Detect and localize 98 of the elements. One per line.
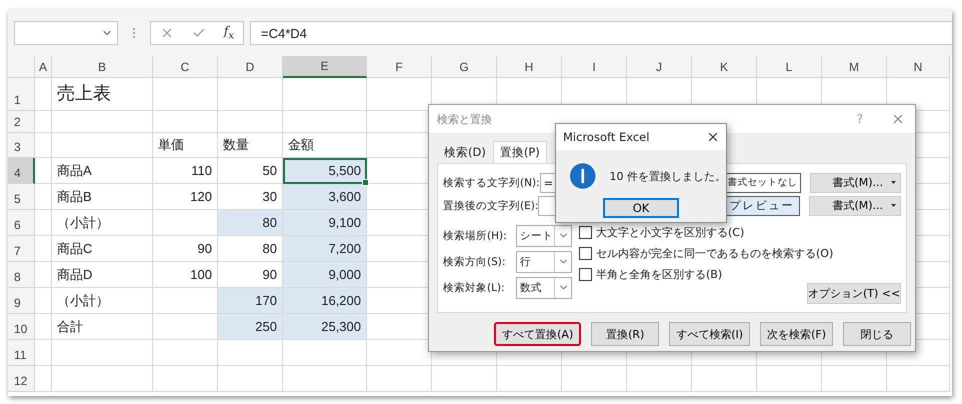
row-header[interactable]: 11 (8, 340, 35, 366)
row-header[interactable]: 7 (8, 236, 35, 262)
checkbox[interactable] (579, 268, 592, 280)
table-cell: 商品A (52, 158, 153, 184)
column-header[interactable]: K (692, 56, 757, 78)
row-header[interactable]: 4 (8, 158, 35, 184)
row-header[interactable]: 2 (8, 111, 35, 133)
table-cell: 25,300 (283, 314, 367, 340)
row-header[interactable]: 3 (8, 133, 35, 158)
dialog-button[interactable]: すべて検索(I) (669, 322, 750, 346)
field-label: 検索対象(L): (443, 280, 506, 294)
table-cell: 数量 (218, 133, 283, 158)
table-cell: 3,600 (283, 184, 367, 210)
table-cell: 80 (218, 210, 283, 236)
close-icon[interactable] (706, 130, 720, 144)
dialog-button[interactable]: 置換(R) (591, 322, 660, 346)
table-cell (432, 366, 497, 392)
table-cell: 30 (218, 184, 283, 210)
column-header[interactable]: L (757, 56, 822, 78)
row-header[interactable]: 12 (8, 366, 35, 392)
table-cell (627, 366, 692, 392)
formula-field[interactable]: =C4*D4 (250, 21, 952, 45)
sheet-title: 売上表 (52, 78, 153, 111)
column-header[interactable]: B (52, 56, 153, 78)
table-cell (692, 366, 757, 392)
table-cell: 商品C (52, 236, 153, 262)
format-button[interactable]: 書式(M)... (809, 196, 902, 216)
insert-function-button[interactable]: f$_{x}$ (224, 24, 234, 42)
table-cell: 商品D (52, 262, 153, 288)
row-header[interactable]: 10 (8, 314, 35, 340)
row-header[interactable]: 1 (8, 78, 35, 111)
table-cell: 商品B (52, 184, 153, 210)
column-header[interactable]: G (432, 56, 497, 78)
table-cell: 250 (218, 314, 283, 340)
dropdown[interactable]: シート (516, 224, 572, 246)
row-header[interactable]: 6 (8, 210, 35, 236)
table-cell: 5,500 (283, 158, 367, 184)
column-header[interactable]: N (887, 56, 950, 78)
table-cell: 110 (153, 158, 218, 184)
table-cell: 120 (153, 184, 218, 210)
checkbox-label: セル内容が完全に同一であるものを検索する(O) (596, 246, 834, 260)
grip-icon (132, 27, 136, 39)
dialog-tab[interactable]: 置換(P) (492, 141, 547, 163)
checkbox[interactable] (579, 226, 592, 238)
column-header[interactable]: F (367, 56, 432, 78)
table-cell (562, 366, 627, 392)
dialog-button[interactable]: 閉じる (843, 322, 911, 346)
table-cell (497, 366, 562, 392)
field-label: 検索する文字列(N): (443, 176, 540, 190)
row-header[interactable]: 9 (8, 288, 35, 314)
table-cell: 金額 (283, 133, 367, 158)
field-label: 検索場所(H): (443, 228, 508, 242)
table-cell: （小計） (52, 288, 153, 314)
table-cell: 単価 (153, 133, 218, 158)
table-cell (757, 366, 822, 392)
checkbox-label: 大文字と小文字を区別する(C) (596, 224, 744, 240)
column-header[interactable]: A (35, 56, 52, 78)
dropdown[interactable]: 行 (516, 250, 572, 272)
fill-handle[interactable] (362, 179, 369, 186)
format-preview: 書式セットなし (724, 172, 801, 192)
column-header[interactable]: I (562, 56, 627, 78)
table-cell: 合計 (52, 314, 153, 340)
table-cell: 100 (153, 262, 218, 288)
table-cell: （小計） (52, 210, 153, 236)
table-cell: 90 (153, 236, 218, 262)
dialog-tab[interactable]: 検索(D) (437, 141, 493, 163)
table-cell: 80 (218, 236, 283, 262)
checkbox-label: 半角と全角を区別する(B) (596, 266, 722, 282)
column-header[interactable]: D (218, 56, 283, 78)
format-button[interactable]: 書式(M)... (810, 172, 901, 192)
row-header[interactable]: 5 (8, 184, 35, 210)
dialog-button[interactable]: すべて置換(A) (494, 322, 582, 346)
column-header[interactable]: C (153, 56, 218, 78)
table-cell: 7,200 (283, 236, 367, 262)
dropdown[interactable]: 数式 (516, 276, 572, 298)
table-cell (822, 366, 887, 392)
dialog-title: 検索と置換 (437, 112, 493, 126)
row-header[interactable]: 8 (8, 262, 35, 288)
field-label: 置換後の文字列(E): (443, 198, 538, 212)
column-header[interactable]: E (283, 56, 367, 78)
dialog-button[interactable]: 次を検索(F) (760, 322, 833, 346)
info-icon (570, 162, 596, 190)
column-header[interactable]: M (822, 56, 887, 78)
message-text: 10 件を置換しました。 (610, 168, 726, 184)
field-label: 検索方向(S): (443, 254, 506, 268)
column-header[interactable]: H (497, 56, 562, 78)
options-button[interactable]: オプション(T) << (807, 283, 901, 304)
table-cell: 9,100 (283, 210, 367, 236)
table-cell: 90 (218, 262, 283, 288)
checkbox[interactable] (579, 246, 592, 260)
table-cell: 16,200 (283, 288, 367, 314)
table-cell: 170 (218, 288, 283, 314)
table-cell: 9,000 (283, 262, 367, 288)
ok-button[interactable]: OK (603, 198, 679, 218)
column-header[interactable]: J (627, 56, 692, 78)
table-cell: 50 (218, 158, 283, 184)
caret-icon (891, 204, 896, 207)
message-title: Microsoft Excel (563, 130, 650, 144)
